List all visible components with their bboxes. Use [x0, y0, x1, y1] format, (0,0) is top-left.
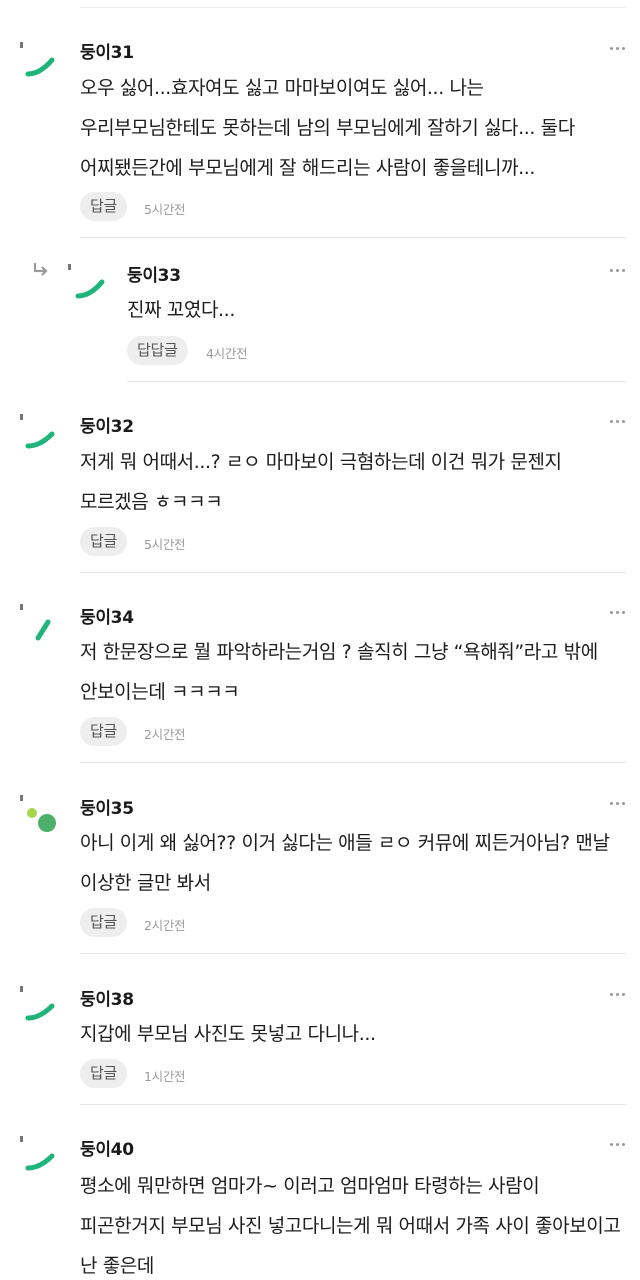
more-options-icon[interactable]: [610, 419, 626, 425]
more-options-icon[interactable]: [610, 46, 626, 52]
more-options-icon[interactable]: [610, 992, 626, 998]
reply-button[interactable]: 답글: [80, 908, 128, 937]
comment-nickname: 둥이33: [127, 266, 181, 286]
avatar-icon[interactable]: [18, 984, 62, 1028]
comment-text: 저게 뭐 어때서...? ㄹㅇ 마마보이 극혐하는데 이건 뭐가 문젠지 모르겠…: [80, 451, 562, 513]
avatar-icon[interactable]: [18, 602, 62, 646]
reply-button[interactable]: 답답글: [127, 336, 188, 365]
divider: [80, 953, 626, 954]
comment-nickname: 둥이38: [80, 990, 134, 1010]
divider: [80, 237, 626, 238]
comment-text: 평소에 뭐만하면 엄마가~ 이러고 엄마엄마 타령하는 사람이 피곤한거지 부모…: [80, 1175, 621, 1277]
divider: [127, 381, 626, 382]
avatar-icon[interactable]: [18, 40, 62, 84]
more-options-icon[interactable]: [610, 610, 626, 616]
comment-time: 2시간전: [144, 918, 186, 933]
reply-arrow-icon: [33, 263, 48, 276]
reply-button[interactable]: 답글: [80, 192, 128, 221]
comment-nickname: 둥이32: [80, 417, 134, 437]
comment-text: 오우 싫어...효자여도 싫고 마마보이여도 싫어... 나는 우리부모님한테도…: [80, 77, 575, 179]
comment-nickname: 둥이34: [80, 608, 134, 628]
comment-time: 5시간전: [144, 202, 186, 217]
comment-text: 지갑에 부모님 사진도 못넣고 다니나...: [80, 1023, 376, 1045]
comment-nickname: 둥이35: [80, 799, 134, 819]
divider: [80, 1104, 626, 1105]
comment-time: 2시간전: [144, 727, 186, 742]
divider: [80, 572, 626, 573]
comment-list: 둥이31 오우 싫어...효자여도 싫고 마마보이여도 싫어... 나는 우리부…: [0, 0, 640, 1280]
comment-nickname: 둥이31: [80, 43, 134, 63]
comment-time: 5시간전: [144, 537, 186, 552]
avatar-icon[interactable]: [66, 262, 110, 306]
reply-button[interactable]: 답글: [80, 1059, 128, 1088]
comment-text: 저 한문장으로 뭘 파악하라는거임 ? 솔직히 그냥 “욕해줘”라고 밖에 안보…: [80, 641, 598, 703]
divider: [80, 7, 626, 8]
reply-button[interactable]: 답글: [80, 717, 128, 746]
avatar-icon[interactable]: [18, 1134, 62, 1178]
avatar-icon[interactable]: [18, 412, 62, 456]
more-options-icon[interactable]: [610, 801, 626, 807]
more-options-icon[interactable]: [610, 1142, 626, 1148]
divider: [80, 762, 626, 763]
comment-time: 4시간전: [206, 346, 248, 361]
avatar-icon[interactable]: [18, 793, 62, 837]
reply-button[interactable]: 답글: [80, 527, 128, 556]
comment-text: 진짜 꼬였다...: [127, 299, 235, 321]
comment-time: 1시간전: [144, 1069, 186, 1084]
more-options-icon[interactable]: [610, 268, 626, 274]
comment-nickname: 둥이40: [80, 1140, 134, 1160]
comment-text: 아니 이게 왜 싫어?? 이거 싫다는 애들 ㄹㅇ 커뮤에 찌든거아님? 맨날 …: [80, 832, 610, 894]
